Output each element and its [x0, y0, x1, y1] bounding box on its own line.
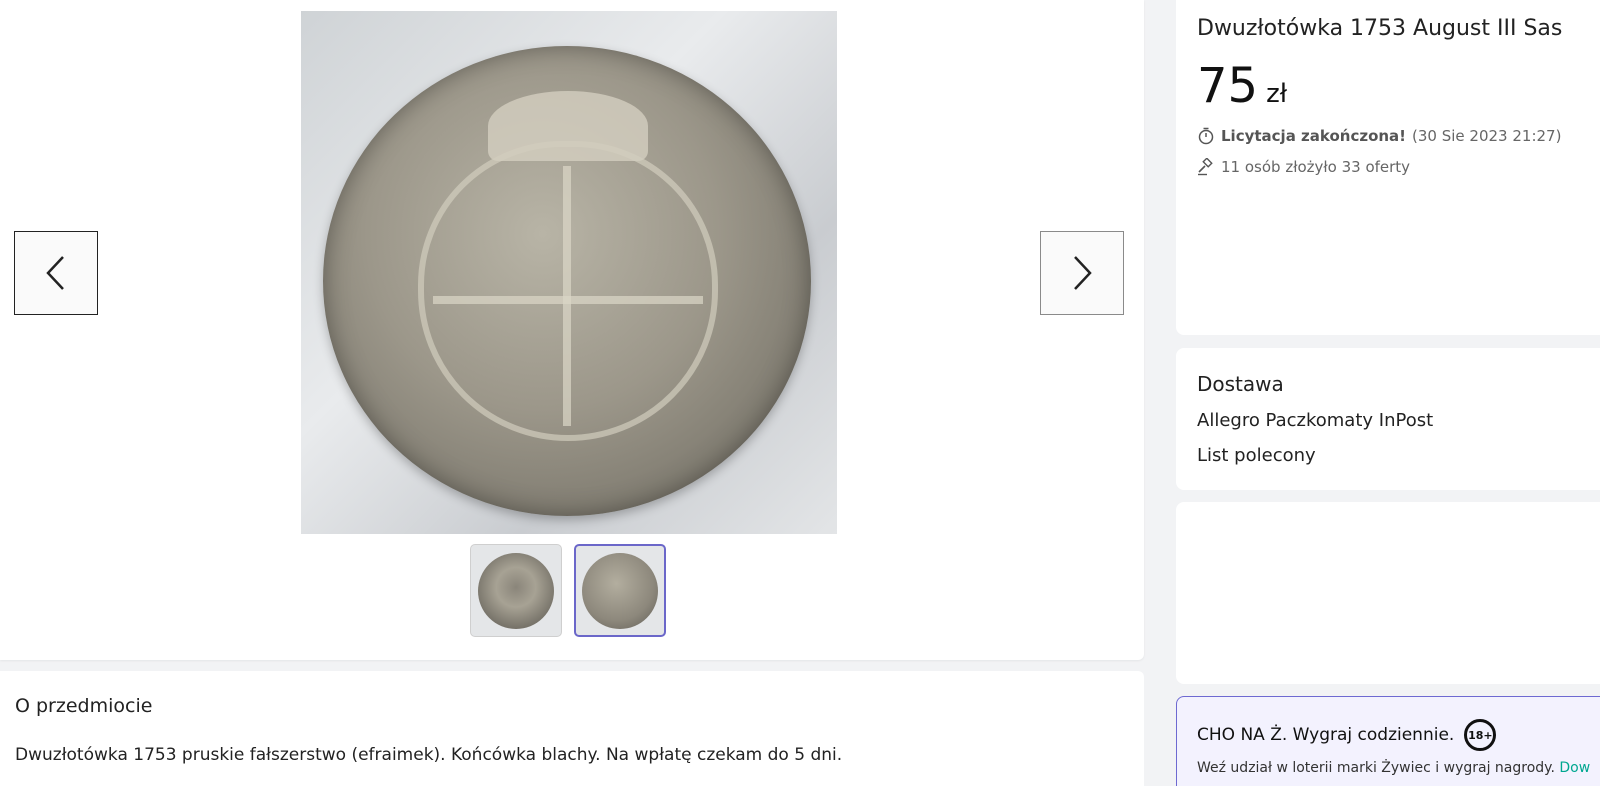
promo-link[interactable]: Dow — [1559, 760, 1590, 776]
promo-card[interactable]: CHO NA Ż. Wygraj codziennie. 18+ Weź udz… — [1176, 696, 1600, 786]
description-text: Dwuzłotówka 1753 pruskie fałszerstwo (ef… — [15, 745, 843, 765]
promo-description: Weź udział w loterii marki Żywiec i wygr… — [1197, 760, 1555, 776]
offer-card: Dwuzłotówka 1753 August III Sas 75 zł Li… — [1176, 0, 1600, 335]
gallery-card — [0, 0, 1144, 660]
next-image-button[interactable] — [1040, 231, 1124, 315]
description-title: O przedmiocie — [15, 695, 153, 717]
thumbnail-coin-image — [478, 552, 554, 629]
price-currency: zł — [1266, 79, 1288, 109]
promo-title-text: CHO NA Ż. Wygraj codziennie. — [1197, 725, 1455, 745]
auction-end-date: (30 Sie 2023 21:27) — [1412, 127, 1562, 145]
promo-text: Weź udział w loterii marki Żywiec i wygr… — [1197, 760, 1590, 776]
empty-card — [1176, 502, 1600, 684]
auction-status: Licytacja zakończona! (30 Sie 2023 21:27… — [1197, 127, 1561, 145]
age-restriction-icon: 18+ — [1464, 719, 1497, 751]
previous-image-button[interactable] — [14, 231, 98, 315]
price-amount: 75 — [1197, 58, 1259, 114]
auction-status-label: Licytacja zakończona! — [1221, 127, 1407, 145]
bids-info: 11 osób złożyło 33 oferty — [1197, 158, 1410, 176]
delivery-option-paczkomaty: Allegro Paczkomaty InPost — [1197, 410, 1434, 431]
gavel-icon — [1198, 158, 1213, 176]
delivery-card: Dostawa Allegro Paczkomaty InPost List p… — [1176, 348, 1600, 490]
description-card: O przedmiocie Dwuzłotówka 1753 pruskie f… — [0, 671, 1144, 786]
bids-text: 11 osób złożyło 33 oferty — [1221, 158, 1411, 176]
delivery-title: Dostawa — [1197, 372, 1284, 396]
thumbnail-reverse[interactable] — [574, 544, 666, 637]
thumbnail-strip — [470, 544, 666, 637]
delivery-option-list-polecony: List polecony — [1197, 445, 1316, 466]
stopwatch-icon — [1198, 127, 1214, 145]
coin-reverse-image — [323, 46, 811, 516]
promo-title: CHO NA Ż. Wygraj codziennie. 18+ — [1197, 719, 1497, 751]
page: O przedmiocie Dwuzłotówka 1753 pruskie f… — [0, 0, 1600, 786]
chevron-right-icon — [1074, 256, 1092, 290]
chevron-left-icon — [46, 256, 64, 290]
price: 75 zł — [1197, 58, 1287, 114]
offer-title: Dwuzłotówka 1753 August III Sas — [1197, 16, 1563, 41]
main-coin-image[interactable] — [301, 11, 837, 534]
coin-cross-detail — [433, 296, 703, 304]
thumbnail-obverse[interactable] — [470, 544, 562, 637]
thumbnail-coin-image — [582, 552, 658, 629]
